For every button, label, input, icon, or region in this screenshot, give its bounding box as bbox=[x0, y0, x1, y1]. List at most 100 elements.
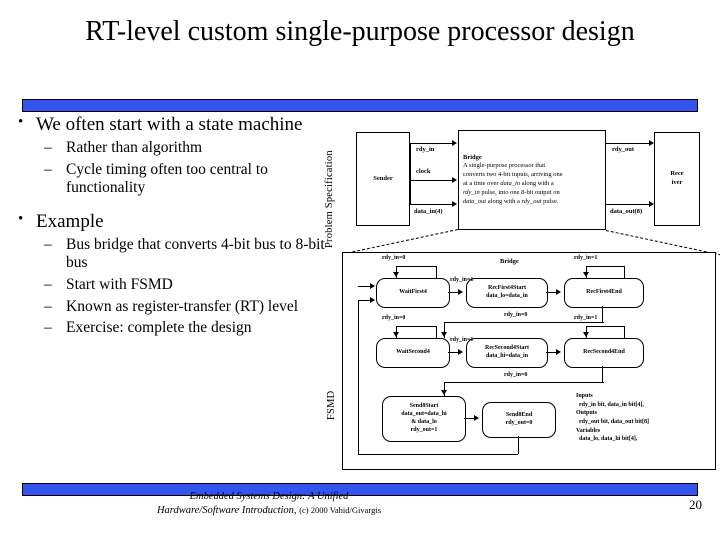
receiver-label-line1: Rece bbox=[670, 170, 684, 178]
receiver-box: Rece iver bbox=[654, 132, 700, 226]
clock-arrow-line bbox=[410, 180, 454, 181]
bullet-text: We often start with a state machine bbox=[36, 114, 303, 135]
end1-out-vline bbox=[602, 306, 603, 322]
bullet-marker-icon: • bbox=[18, 210, 24, 227]
sub-bullet-text: Cycle timing often too central to functi… bbox=[66, 160, 268, 197]
wait2-out-label: rdy_in=1 bbox=[450, 337, 474, 343]
final-loop-up bbox=[358, 300, 359, 454]
legend-inputs-body: rdy_in bit, data_in bit[4], bbox=[579, 401, 644, 408]
bridge-desc-line5: data_out along with a rdy_out pulse. bbox=[463, 198, 558, 207]
state-name: RecFirst4End bbox=[586, 289, 622, 296]
sub-bullet-item: – Exercise: complete the design bbox=[10, 319, 330, 338]
legend-outputs-body: rdy_out bit, data_out bit[8] bbox=[579, 419, 650, 426]
footer-line2: Hardware/Software Introduction, bbox=[156, 505, 297, 517]
sub-bullet-item: – Bus bridge that converts 4-bit bus to … bbox=[10, 236, 330, 273]
rdy-out-signal-label: rdy_out bbox=[612, 146, 635, 153]
state-action: data_hi=data_in bbox=[485, 353, 529, 359]
fsmd-panel-label: FSMD bbox=[326, 390, 337, 420]
state-wait-first4: WaitFirst4 bbox=[376, 278, 450, 308]
clock-signal-label: clock bbox=[416, 168, 431, 175]
state-action-3: rdy_out=1 bbox=[410, 426, 438, 433]
slide-root: RT-level custom single-purpose processor… bbox=[0, 0, 720, 540]
receiver-label-line2: iver bbox=[671, 179, 683, 186]
rdy-in-signal-label: rdy_in bbox=[416, 146, 435, 153]
wait1-self-label: rdy_in=0 bbox=[382, 255, 406, 261]
page-title: RT-level custom single-purpose processor… bbox=[85, 16, 635, 47]
wait2-selfloop-head-icon bbox=[393, 332, 399, 337]
bullet-text: Example bbox=[36, 210, 104, 232]
legend-variables-body: data_lo, data_hi bit[4], bbox=[579, 436, 638, 443]
bullet-item: • Example bbox=[10, 211, 330, 233]
send8start-to-send8end-head-icon bbox=[474, 415, 479, 421]
wait1-out-label: rdy_in=1 bbox=[450, 277, 474, 283]
refinement-connector-left bbox=[342, 229, 458, 255]
end2-out-vline bbox=[602, 366, 603, 382]
rdy-out-arrow-head-icon bbox=[649, 140, 654, 146]
state-name: RecSecond4Start bbox=[485, 345, 529, 352]
sub-bullet-text: Exercise: complete the design bbox=[66, 319, 252, 337]
dash-marker-icon: – bbox=[44, 276, 52, 294]
initial-entry-head-icon bbox=[370, 283, 375, 289]
data-out-arrow-line bbox=[606, 204, 652, 205]
wait1-to-start1-head-icon bbox=[458, 289, 463, 295]
state-send8-end: Send8End rdy_out=0 bbox=[482, 402, 556, 438]
wait2-selfloop-top bbox=[396, 326, 436, 327]
legend-outputs-head: Outputs bbox=[576, 410, 598, 417]
loopback-entry-head-icon bbox=[370, 297, 375, 303]
end1-out-hline bbox=[444, 322, 604, 323]
state-action: rdy_out=0 bbox=[505, 420, 533, 426]
sub-bullet-text: Bus bridge that converts 4-bit bus to 8-… bbox=[66, 235, 325, 272]
data-out-signal-label: data_out(8) bbox=[610, 208, 643, 215]
signal-name: data_in bbox=[500, 180, 521, 187]
wait1-selfloop-right bbox=[436, 266, 437, 278]
text-run: along with a bbox=[486, 197, 522, 205]
state-send8-start: Send8Start data_out=data_hi & data_lo rd… bbox=[382, 396, 466, 442]
end2-selfloop-top bbox=[586, 326, 624, 327]
bridge-desc-line4: rdy_in pulse, into one 8-bit output on bbox=[463, 189, 560, 198]
state-rec-second4-end: RecSecond4End bbox=[564, 338, 644, 368]
bridge-box: Bridge A single-purpose processor that c… bbox=[458, 130, 606, 230]
text-run: pulse. bbox=[541, 197, 559, 205]
sender-label: Sender bbox=[373, 174, 393, 182]
start1-to-end1-head-icon bbox=[556, 289, 561, 295]
signal-name: data_out bbox=[463, 197, 487, 205]
sender-box: Sender bbox=[356, 132, 410, 226]
state-name: WaitFirst4 bbox=[399, 289, 427, 296]
rdy-out-arrow-line bbox=[606, 143, 652, 144]
end2-self-label: rdy_in=1 bbox=[574, 315, 598, 321]
footer-credit: (c) 2000 Vahid/Givargis bbox=[299, 505, 382, 516]
bridge-title: Bridge bbox=[463, 153, 482, 161]
state-name: RecSecond4End bbox=[583, 349, 625, 356]
sub-bullet-item: – Cycle timing often too central to func… bbox=[10, 161, 330, 198]
dash-marker-icon: – bbox=[44, 160, 52, 178]
signal-name: rdy_in bbox=[463, 188, 480, 196]
sender-bus-vline bbox=[410, 143, 411, 205]
final-loop-down bbox=[518, 436, 519, 454]
rdy-in-arrow-line bbox=[410, 143, 454, 144]
state-action-2: & data_lo bbox=[411, 419, 437, 425]
diagram-area: Problem Specification FSMD Sender Bridge… bbox=[324, 112, 720, 474]
end2-out-head-icon bbox=[441, 390, 447, 395]
bridge-desc-line1: A single-purpose processor that bbox=[463, 162, 546, 170]
dash-marker-icon: – bbox=[44, 139, 52, 157]
end1-out-label: rdy_in=0 bbox=[504, 312, 528, 318]
fsmd-title: Bridge bbox=[500, 258, 519, 265]
footer-citation: Embedded Systems Design: A Unified Hardw… bbox=[54, 490, 484, 518]
data-out-arrow-head-icon bbox=[649, 201, 654, 207]
state-wait-second4: WaitSecond4 bbox=[376, 338, 450, 368]
text-run: at a time over bbox=[463, 180, 501, 187]
legend-inputs-head: Inputs bbox=[576, 393, 593, 399]
title-accent-bar bbox=[22, 99, 698, 112]
bullet-marker-icon: • bbox=[18, 114, 24, 130]
state-action-1: data_out=data_hi bbox=[401, 411, 447, 418]
end1-selfloop-top bbox=[586, 266, 624, 267]
text-run: along with a bbox=[520, 180, 554, 187]
end2-selfloop-head-icon bbox=[583, 332, 589, 337]
end2-out-hline bbox=[444, 382, 604, 383]
final-loop-hline bbox=[358, 454, 518, 455]
end1-out-head-icon bbox=[441, 332, 447, 337]
page-number: 20 bbox=[689, 497, 702, 512]
end2-selfloop-right bbox=[624, 326, 625, 338]
end2-out-label: rdy_in=0 bbox=[504, 372, 528, 378]
